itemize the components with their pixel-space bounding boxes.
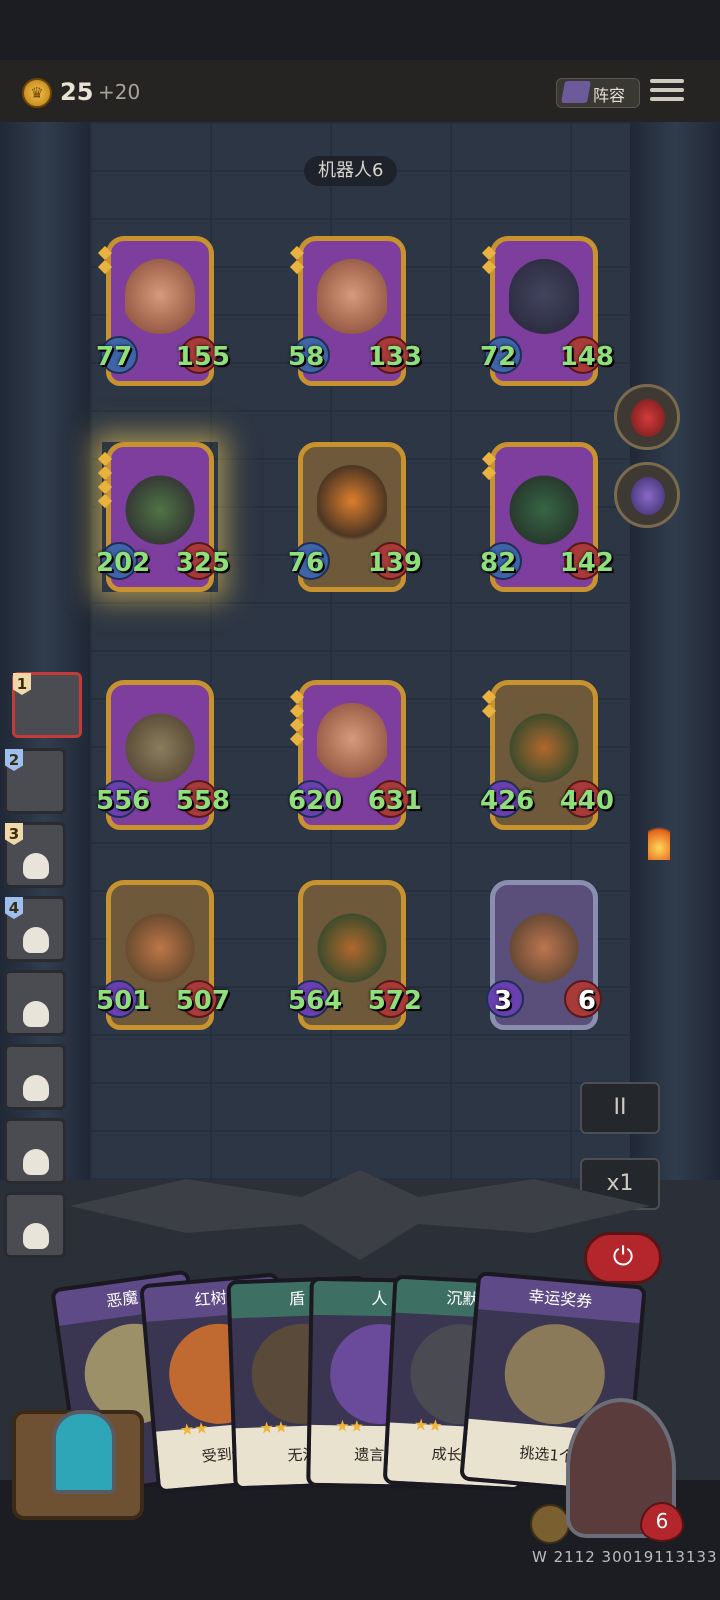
unit-portrait [125,703,195,793]
unit-attack: 202 [96,548,151,578]
rose-relic-icon[interactable] [614,384,680,450]
unit-card[interactable]: 202 325 [96,442,230,592]
lineup-button[interactable]: 阵容 [556,78,640,108]
unit-attack: 3 [494,986,513,1016]
unit-attack: 82 [480,548,517,578]
star-rank [481,450,497,482]
unit-card[interactable]: 77 155 [96,236,230,386]
lineup-label: 阵容 [593,86,626,105]
unit-attack: 564 [288,986,343,1016]
unit-health: 325 [175,548,230,578]
unit-portrait [509,465,579,555]
unit-attack: 58 [288,342,325,372]
gem-icon [52,1410,116,1494]
imp-relic-icon[interactable] [614,462,680,528]
unit-attack: 426 [480,786,535,816]
unit-card[interactable]: 3 6 [486,880,602,1030]
star-rank [289,688,305,748]
unit-portrait [317,703,387,793]
unit-card[interactable]: 426 440 [480,680,614,830]
hero-health: 6 [640,1502,684,1542]
unit-attack: 76 [288,548,325,578]
unit-card[interactable]: 72 148 [480,236,614,386]
unit-health: 558 [175,786,230,816]
unit-portrait [317,903,387,993]
build-id: W 2112 30019113133 [532,1548,718,1566]
queue-item[interactable]: 3 [4,822,66,888]
skull-icon [23,1223,49,1249]
unit-card[interactable]: 58 133 [288,236,422,386]
unit-health: 572 [367,986,422,1016]
menu-button[interactable] [650,74,684,106]
power-button[interactable]: ⏻ [584,1232,662,1284]
unit-health: 6 [577,986,596,1016]
unit-attack: 72 [480,342,517,372]
queue-item[interactable] [4,1118,66,1184]
unit-portrait [509,703,579,793]
unit-portrait [125,259,195,349]
unit-portrait [509,903,579,993]
book-icon [561,81,591,103]
unit-portrait [317,465,387,555]
unit-card[interactable]: 82 142 [480,442,614,592]
skull-icon [23,853,49,879]
queue-item[interactable] [4,1044,66,1110]
unit-attack: 77 [96,342,133,372]
queue-item[interactable]: 4 [4,896,66,962]
unit-card[interactable]: 564 572 [288,880,422,1030]
unit-card[interactable]: 76 139 [288,442,422,592]
unit-health: 155 [175,342,230,372]
unit-health: 133 [367,342,422,372]
unit-health: 440 [559,786,614,816]
star-rank [481,244,497,276]
opponent-name: 机器人6 [304,156,398,186]
skull-icon [23,1001,49,1027]
queue-item[interactable]: 1 [12,672,82,738]
unit-card[interactable]: 556 558 [96,680,230,830]
unit-portrait [317,259,387,349]
skull-icon [23,1075,49,1101]
unit-health: 148 [559,342,614,372]
gold-count: 25 [60,78,94,106]
skull-icon [23,1149,49,1175]
deck-chest[interactable] [12,1410,144,1520]
unit-portrait [509,259,579,349]
torch-icon [648,820,670,860]
queue-item[interactable] [4,1192,66,1258]
star-rank [289,244,305,276]
unit-attack: 556 [96,786,151,816]
unit-health: 142 [559,548,614,578]
unit-portrait [125,903,195,993]
unit-health: 139 [367,548,422,578]
queue-item[interactable] [4,970,66,1036]
queue-item[interactable]: 2 [4,748,66,814]
unit-health: 631 [367,786,422,816]
unit-card[interactable]: 620 631 [288,680,422,830]
unit-health: 507 [175,986,230,1016]
star-rank [97,450,113,510]
pause-button[interactable]: II [580,1082,660,1134]
unit-card[interactable]: 501 507 [96,880,230,1030]
skull-icon [23,927,49,953]
unit-attack: 501 [96,986,151,1016]
crown-coin-icon: ♛ [22,78,52,108]
star-rank [481,688,497,720]
star-rank [97,244,113,276]
bell-icon[interactable] [530,1504,570,1544]
unit-portrait [125,465,195,555]
unit-attack: 620 [288,786,343,816]
gold-increment: +20 [98,80,141,104]
